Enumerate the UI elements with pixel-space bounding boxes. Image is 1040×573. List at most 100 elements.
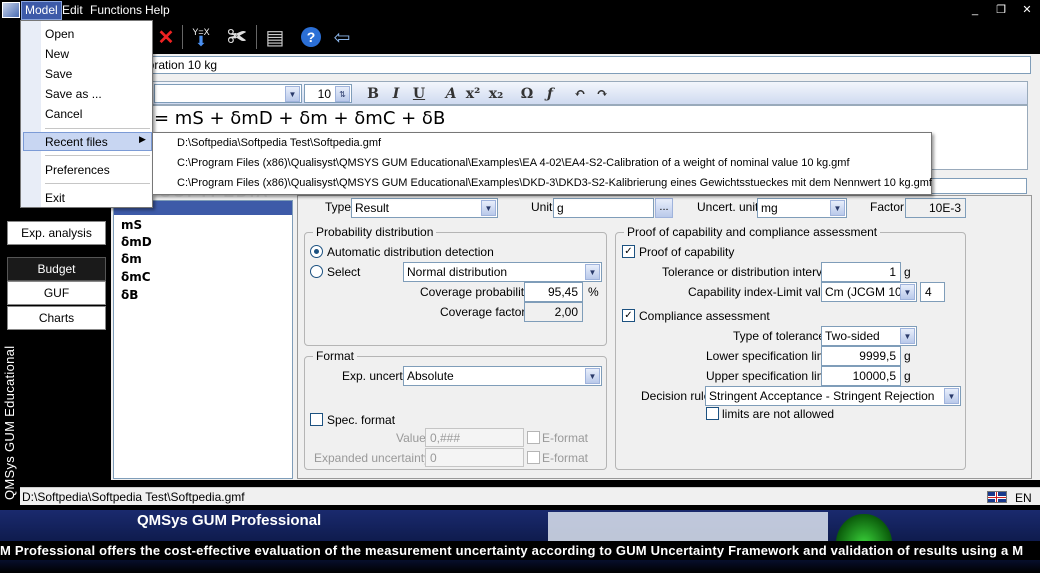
language-label[interactable]: EN xyxy=(1015,491,1032,505)
menu-separator xyxy=(45,183,150,184)
select-radio[interactable] xyxy=(310,265,323,278)
undo-button[interactable]: ↶ xyxy=(570,85,590,103)
nav-charts[interactable]: Charts xyxy=(7,306,106,330)
menu-item-new[interactable]: New xyxy=(45,45,69,63)
menubar: Model Edit Functions Help _ ❐ ✕ xyxy=(0,0,1040,21)
compliance-label: Compliance assessment xyxy=(639,309,770,323)
menu-item-save-as[interactable]: Save as ... xyxy=(45,85,102,103)
menu-functions[interactable]: Functions xyxy=(87,2,145,19)
recent-file-item[interactable]: D:\Softpedia\Softpedia Test\Softpedia.gm… xyxy=(177,137,381,149)
exp-uncert-select[interactable]: Absolute ▼ xyxy=(403,366,602,386)
toolbar-separator xyxy=(256,25,257,49)
menu-help[interactable]: Help xyxy=(142,2,173,19)
font-select[interactable]: ▼ xyxy=(154,84,302,103)
spec-format-checkbox[interactable] xyxy=(310,413,323,426)
delete-icon[interactable]: ✕ xyxy=(152,23,180,51)
subscript-button[interactable]: x₂ xyxy=(486,85,506,103)
restore-icon[interactable]: ❐ xyxy=(994,4,1008,16)
nav-exp-analysis[interactable]: Exp. analysis xyxy=(7,221,106,245)
menu-model[interactable]: Model xyxy=(21,1,62,20)
limits-label: limits are not allowed xyxy=(722,407,835,421)
uncert-unit-select[interactable]: mg ▼ xyxy=(757,198,847,218)
menu-item-preferences[interactable]: Preferences xyxy=(45,161,110,179)
nav-guf[interactable]: GUF xyxy=(7,281,106,305)
type-select[interactable]: Result ▼ xyxy=(351,198,498,218)
symbol-button[interactable]: Ω xyxy=(517,85,537,103)
type-label: Type xyxy=(325,200,352,214)
symbol-item[interactable]: δmC xyxy=(121,270,151,284)
upper-limit-field[interactable]: 10000,5 xyxy=(821,366,901,386)
cap-limit-field[interactable]: 4 xyxy=(920,282,945,302)
chevron-down-icon: ▼ xyxy=(585,264,600,280)
lower-limit-label: Lower specification limit xyxy=(706,349,833,363)
chevron-down-icon: ▼ xyxy=(944,388,959,404)
close-icon[interactable]: ✕ xyxy=(1020,4,1034,16)
bold-button[interactable]: B xyxy=(363,85,383,103)
menu-item-cancel[interactable]: Cancel xyxy=(45,105,82,123)
lower-limit-unit: g xyxy=(904,349,911,363)
app-icon[interactable] xyxy=(2,2,20,18)
banner-title: QMSys GUM Professional xyxy=(137,512,322,529)
spec-format-label: Spec. format xyxy=(327,413,396,427)
probability-legend: Probability distribution xyxy=(313,225,437,239)
coverage-factor-label: Coverage factor xyxy=(440,305,526,319)
cap-index-label: Capability index-Limit value xyxy=(688,285,835,299)
underline-button[interactable]: U xyxy=(409,85,429,103)
toolbar: ✕ Y=X ⬇ ✀ ▤ ? ⇦ xyxy=(0,21,1040,54)
ad-banner[interactable]: QMSys GUM Professional M Professional of… xyxy=(0,510,1040,573)
unit-field[interactable]: g xyxy=(553,198,654,218)
unit-browse-button[interactable]: ... xyxy=(655,198,673,218)
menu-item-exit[interactable]: Exit xyxy=(45,189,65,207)
limits-checkbox[interactable] xyxy=(706,407,719,420)
help-icon[interactable]: ? xyxy=(297,23,325,51)
cap-index-select[interactable]: Cm (JCGM 106) ▼ xyxy=(821,282,917,302)
tolerance-unit: g xyxy=(904,265,911,279)
menu-separator xyxy=(45,155,150,156)
status-bar: D:\Softpedia\Softpedia Test\Softpedia.gm… xyxy=(20,487,1040,505)
toolbar-separator xyxy=(182,25,183,49)
font-color-button[interactable]: A xyxy=(441,85,461,103)
redo-button[interactable]: ↷ xyxy=(592,85,612,103)
spin-icon: ⇅ xyxy=(335,86,350,102)
distribution-select[interactable]: Normal distribution ▼ xyxy=(403,262,602,282)
recent-file-item[interactable]: C:\Program Files (x86)\Qualisyst\QMSYS G… xyxy=(177,177,932,189)
auto-detect-radio[interactable] xyxy=(310,245,323,258)
type-tolerance-value: Two-sided xyxy=(825,329,880,343)
decision-rule-select[interactable]: Stringent Acceptance - Stringent Rejecti… xyxy=(705,386,961,406)
compliance-checkbox[interactable]: ✓ xyxy=(622,309,635,322)
nav-budget[interactable]: Budget xyxy=(7,257,106,281)
expanded-uncert-field: 0 xyxy=(425,448,524,467)
minimize-icon[interactable]: _ xyxy=(968,4,982,16)
tolerance-field[interactable]: 1 xyxy=(821,262,901,282)
menu-item-recent-files[interactable]: Recent files xyxy=(45,133,108,151)
menu-item-open[interactable]: Open xyxy=(45,25,74,43)
unit-label: Unit xyxy=(531,200,553,214)
y-equals-x-icon[interactable]: Y=X ⬇ xyxy=(187,23,215,51)
menu-item-save[interactable]: Save xyxy=(45,65,72,83)
italic-button[interactable]: I xyxy=(386,85,406,103)
clipboard-icon[interactable]: ▤ xyxy=(261,23,289,51)
font-size-select[interactable]: 10 ⇅ xyxy=(304,84,352,103)
model-title-field[interactable]: a Calibration 10 kg xyxy=(112,56,1031,74)
upper-limit-label: Upper specification limit xyxy=(706,369,833,383)
menu-edit[interactable]: Edit xyxy=(59,2,86,19)
function-button[interactable]: ƒ xyxy=(540,85,560,103)
exit-icon[interactable]: ⇦ xyxy=(328,23,356,51)
symbol-item[interactable]: δB xyxy=(121,288,138,302)
distribution-value: Normal distribution xyxy=(407,265,508,279)
recent-file-item[interactable]: C:\Program Files (x86)\Qualisyst\QMSYS G… xyxy=(177,157,850,169)
factor-label: Factor xyxy=(870,200,905,214)
symbol-item[interactable]: mS xyxy=(121,218,142,232)
lower-limit-field[interactable]: 9999,5 xyxy=(821,346,901,366)
symbol-item[interactable]: δm xyxy=(121,252,142,266)
proof-checkbox[interactable]: ✓ xyxy=(622,245,635,258)
coverage-prob-field[interactable]: 95,45 xyxy=(524,282,583,302)
type-tolerance-select[interactable]: Two-sided ▼ xyxy=(821,326,917,346)
proof-label: Proof of capability xyxy=(639,245,735,259)
tools-icon[interactable]: ✀ xyxy=(223,23,251,51)
recent-files-submenu: D:\Softpedia\Softpedia Test\Softpedia.gm… xyxy=(152,132,932,195)
flag-icon[interactable] xyxy=(987,491,1007,503)
symbol-item[interactable]: δmD xyxy=(121,235,152,249)
superscript-button[interactable]: x² xyxy=(463,85,483,103)
tolerance-label: Tolerance or distribution interval xyxy=(662,265,832,279)
